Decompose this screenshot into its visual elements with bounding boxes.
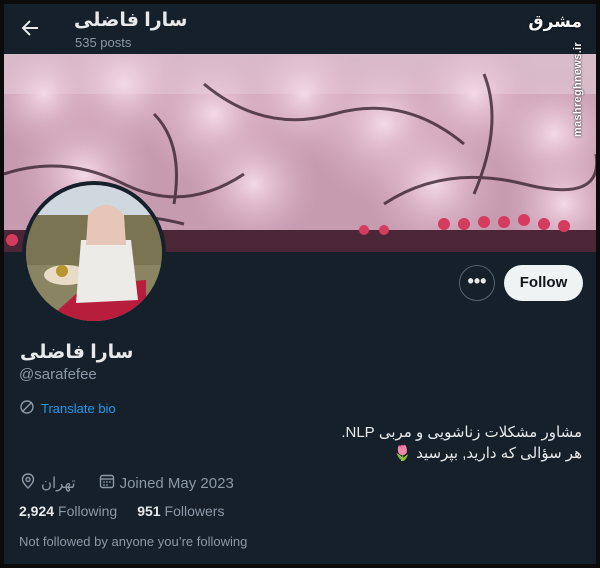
post-count: 535 posts: [75, 35, 132, 50]
following-link[interactable]: 2,924 Following: [19, 503, 117, 519]
profile-bio: مشاور مشکلات زناشویی و مربی NLP. هر سؤال…: [162, 422, 582, 464]
bio-line: مشاور مشکلات زناشویی و مربی NLP.: [341, 424, 582, 441]
following-label: Following: [58, 503, 118, 519]
profile-page: سارا فاضلی 535 posts مشرق mashreghnews.i…: [4, 4, 596, 564]
location-text: تهران: [41, 475, 76, 492]
watermark-url: mashreghnews.ir: [572, 42, 584, 137]
not-followed-note: Not followed by anyone you’re following: [19, 534, 248, 549]
watermark-logo: مشرق mashreghnews.ir: [528, 10, 584, 137]
follow-stats: 2,924 Following 951 Followers: [19, 503, 224, 519]
calendar-icon: [98, 472, 116, 494]
profile-handle: @sarafefee: [19, 366, 97, 383]
translate-bio-label: Translate bio: [41, 401, 116, 416]
followers-label: Followers: [164, 503, 225, 519]
translate-bio-link[interactable]: Translate bio: [19, 399, 116, 418]
profile-name: سارا فاضلی: [20, 342, 134, 363]
location-icon: [19, 472, 37, 494]
joined-date: Joined May 2023: [119, 474, 234, 492]
watermark-logo-text: مشرق: [528, 12, 582, 32]
header-title: سارا فاضلی: [74, 10, 188, 31]
bio-line: هر سؤالی که دارید, بپرسید 🌷: [393, 445, 582, 462]
more-options-button[interactable]: •••: [459, 265, 495, 301]
top-bar: سارا فاضلی 535 posts: [4, 4, 596, 54]
avatar[interactable]: [22, 181, 166, 325]
follow-button[interactable]: Follow: [504, 265, 583, 301]
followers-count: 951: [137, 503, 161, 519]
translate-icon: [19, 399, 35, 418]
profile-meta: تهران Joined May 2023: [19, 472, 234, 494]
back-arrow-icon[interactable]: [18, 16, 42, 40]
followers-link[interactable]: 951 Followers: [137, 503, 224, 519]
following-count: 2,924: [19, 503, 55, 519]
